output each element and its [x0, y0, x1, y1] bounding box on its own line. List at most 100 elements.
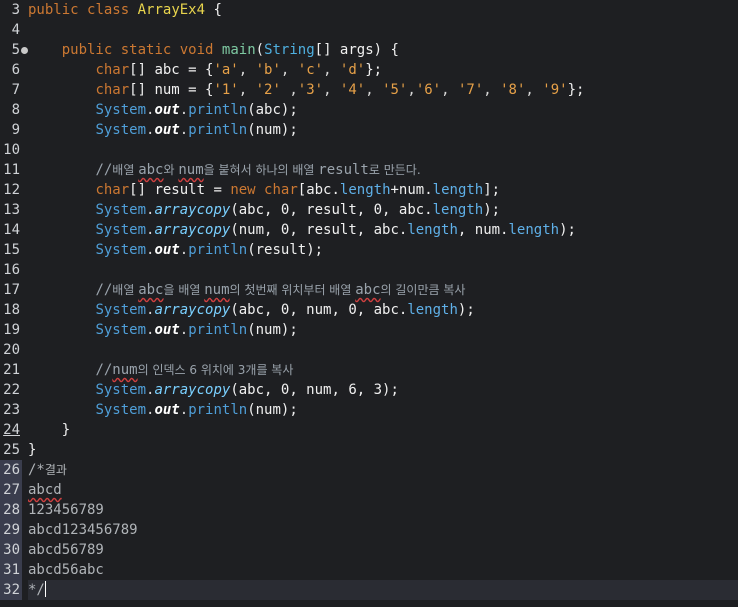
comment-text: 결과 [44, 463, 67, 477]
code-text: ); [483, 202, 501, 218]
comment-line: //num의 인덱스 6 위치에 3개를 복사 [28, 360, 738, 380]
char-literal: '1' [213, 82, 239, 98]
char-literal: '7' [457, 82, 484, 98]
code-text: ); [457, 302, 475, 318]
line-number: 8 [11, 102, 20, 118]
char-literal: '9' [542, 82, 568, 98]
code-text: }; [365, 62, 383, 78]
current-line[interactable]: */ [28, 580, 738, 600]
line-number: 9 [11, 122, 20, 138]
field-ref: length [432, 202, 484, 218]
code-text: }; [567, 82, 585, 98]
comment-text: // [95, 162, 113, 178]
code-text: (num, 0, result, abc. [230, 222, 408, 238]
code-line: System.out.println(abc); [95, 102, 298, 118]
code-text: ]; [483, 182, 501, 198]
char-literal: 'd' [339, 62, 366, 78]
code-area[interactable]: public class ArrayEx4 { public static vo… [22, 0, 738, 607]
line-number: 15 [3, 242, 20, 258]
line-number: 27 [0, 480, 22, 500]
keyword: void [179, 42, 214, 58]
class-ref: System [95, 402, 147, 418]
comment-text: */ [28, 582, 45, 598]
method-call: println [188, 102, 248, 118]
line-number: 20 [3, 342, 20, 358]
code-line: System.arraycopy(num, 0, result, abc.len… [95, 222, 576, 238]
code-line: System.out.println(num); [95, 322, 298, 338]
line-number: 31 [0, 560, 22, 580]
code-line: char[] result = new char[abc.length+num.… [28, 180, 738, 200]
line-number: 23 [3, 402, 20, 418]
char-literal: '4' [339, 82, 366, 98]
static-field: out [154, 322, 180, 338]
comment-text: // [95, 362, 113, 378]
static-method-call: arraycopy [154, 302, 231, 318]
static-field: out [154, 102, 180, 118]
line-number: 26 [0, 460, 22, 480]
class-name: ArrayEx4 [137, 2, 206, 18]
code-text: [abc. [297, 182, 340, 198]
method-name: main [221, 42, 256, 58]
comment-text: /* [28, 462, 45, 478]
code-text: (abc, 0, result, 0, abc. [230, 202, 433, 218]
line-number: 11 [3, 162, 20, 178]
code-editor[interactable]: 3 4 5 6 7 8 9 10 11 12 13 14 15 16 17 18… [0, 0, 738, 607]
code-line: } [28, 420, 738, 440]
keyword: char [264, 182, 298, 198]
code-line: char[] abc = {'a', 'b', 'c', 'd'}; [95, 62, 383, 78]
keyword: new [230, 182, 256, 198]
class-ref: System [95, 102, 147, 118]
code-text: [] args) { [314, 42, 399, 58]
comment-line: abcd123456789 [28, 522, 138, 538]
keyword: char [95, 62, 130, 78]
char-literal: 'b' [255, 62, 281, 78]
comment-text: abc [138, 282, 164, 298]
field-ref: length [508, 222, 560, 238]
line-number: 14 [3, 222, 20, 238]
code-line: char[] num = {'1', '2' ,'3', '4', '5','6… [95, 82, 585, 98]
comment-line: abcd56789 [28, 542, 104, 558]
comment-text: // [95, 282, 113, 298]
static-method-call: arraycopy [154, 382, 231, 398]
code-line: System.out.println(num); [95, 122, 298, 138]
line-number: 25 [3, 442, 20, 458]
keyword: char [95, 182, 130, 198]
comment-text: num [112, 362, 138, 378]
line-number: 16 [3, 262, 20, 278]
line-number: 19 [3, 322, 20, 338]
line-number: 12 [3, 182, 20, 198]
line-number: 3 [11, 2, 20, 18]
code-text: } [61, 422, 71, 438]
comment-text: num [178, 162, 204, 178]
static-field: out [154, 402, 180, 418]
keyword: public [28, 2, 79, 18]
line-number-gutter: 3 4 5 6 7 8 9 10 11 12 13 14 15 16 17 18… [0, 0, 28, 607]
char-literal: '3' [297, 82, 324, 98]
line-number-text: 5 [11, 42, 20, 58]
line-number: 7 [11, 82, 20, 98]
comment-text: 의 첫번째 위치부터 배열 [229, 283, 356, 297]
keyword: class [87, 2, 130, 18]
comment-text: num [204, 282, 230, 298]
static-field: out [154, 242, 180, 258]
code-line: public static void main(String[] args) { [28, 40, 738, 60]
char-literal: '5' [382, 82, 408, 98]
field-ref: length [407, 302, 458, 318]
comment-text: abcd [28, 482, 62, 498]
line-number: 18 [3, 302, 20, 318]
line-number: 6 [11, 62, 20, 78]
char-literal: 'c' [297, 62, 324, 78]
comment-line: 123456789 [28, 502, 104, 518]
keyword: public [61, 42, 113, 58]
code-line: System.out.println(num); [95, 402, 298, 418]
char-literal: '2' [255, 82, 281, 98]
code-line: } [28, 440, 738, 460]
comment-line: /*결과 [28, 460, 738, 480]
code-line: System.out.println(result); [95, 242, 324, 258]
code-line: System.arraycopy(abc, 0, num, 6, 3); [95, 382, 399, 398]
code-text: (num); [247, 402, 298, 418]
field-ref: length [432, 182, 484, 198]
class-ref: System [95, 322, 147, 338]
